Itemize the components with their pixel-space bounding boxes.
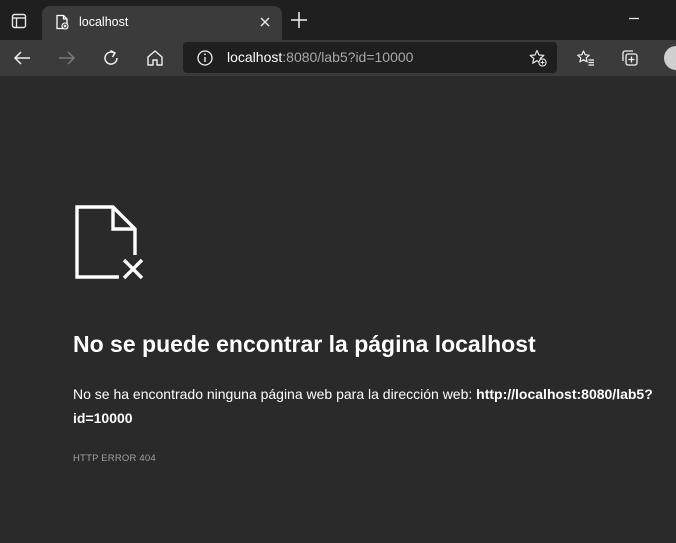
address-host: localhost [227, 49, 283, 65]
plus-icon[interactable] [289, 10, 309, 30]
forward-arrow-icon[interactable] [55, 46, 79, 70]
address-bar[interactable]: localhost:8080/lab5?id=10000 [183, 42, 557, 73]
back-arrow-icon[interactable] [10, 46, 34, 70]
error-description-text: No se ha encontrado ninguna página web p… [73, 386, 477, 402]
document-error-icon [75, 205, 147, 281]
home-icon[interactable] [143, 46, 167, 70]
star-plus-icon[interactable] [528, 48, 548, 68]
favorites-icon[interactable] [574, 46, 598, 70]
refresh-icon[interactable] [99, 46, 123, 70]
address-url[interactable]: localhost:8080/lab5?id=10000 [227, 49, 413, 66]
info-icon[interactable] [196, 49, 214, 67]
page-title: No se puede encontrar la página localhos… [73, 331, 536, 357]
tab-strip: localhost [0, 0, 676, 40]
tab-localhost[interactable]: localhost [42, 6, 282, 40]
minimize-icon[interactable] [626, 10, 642, 26]
browser-toolbar: localhost:8080/lab5?id=10000 [0, 40, 676, 76]
close-icon[interactable] [257, 14, 273, 30]
collections-icon[interactable] [618, 46, 642, 70]
address-path: :8080/lab5?id=10000 [282, 49, 414, 65]
error-description: No se ha encontrado ninguna página web p… [73, 382, 663, 430]
document-error-icon [54, 14, 70, 30]
tab-actions-icon[interactable] [6, 8, 32, 34]
error-code: HTTP ERROR 404 [73, 453, 156, 464]
tab-title: localhost [79, 15, 129, 29]
